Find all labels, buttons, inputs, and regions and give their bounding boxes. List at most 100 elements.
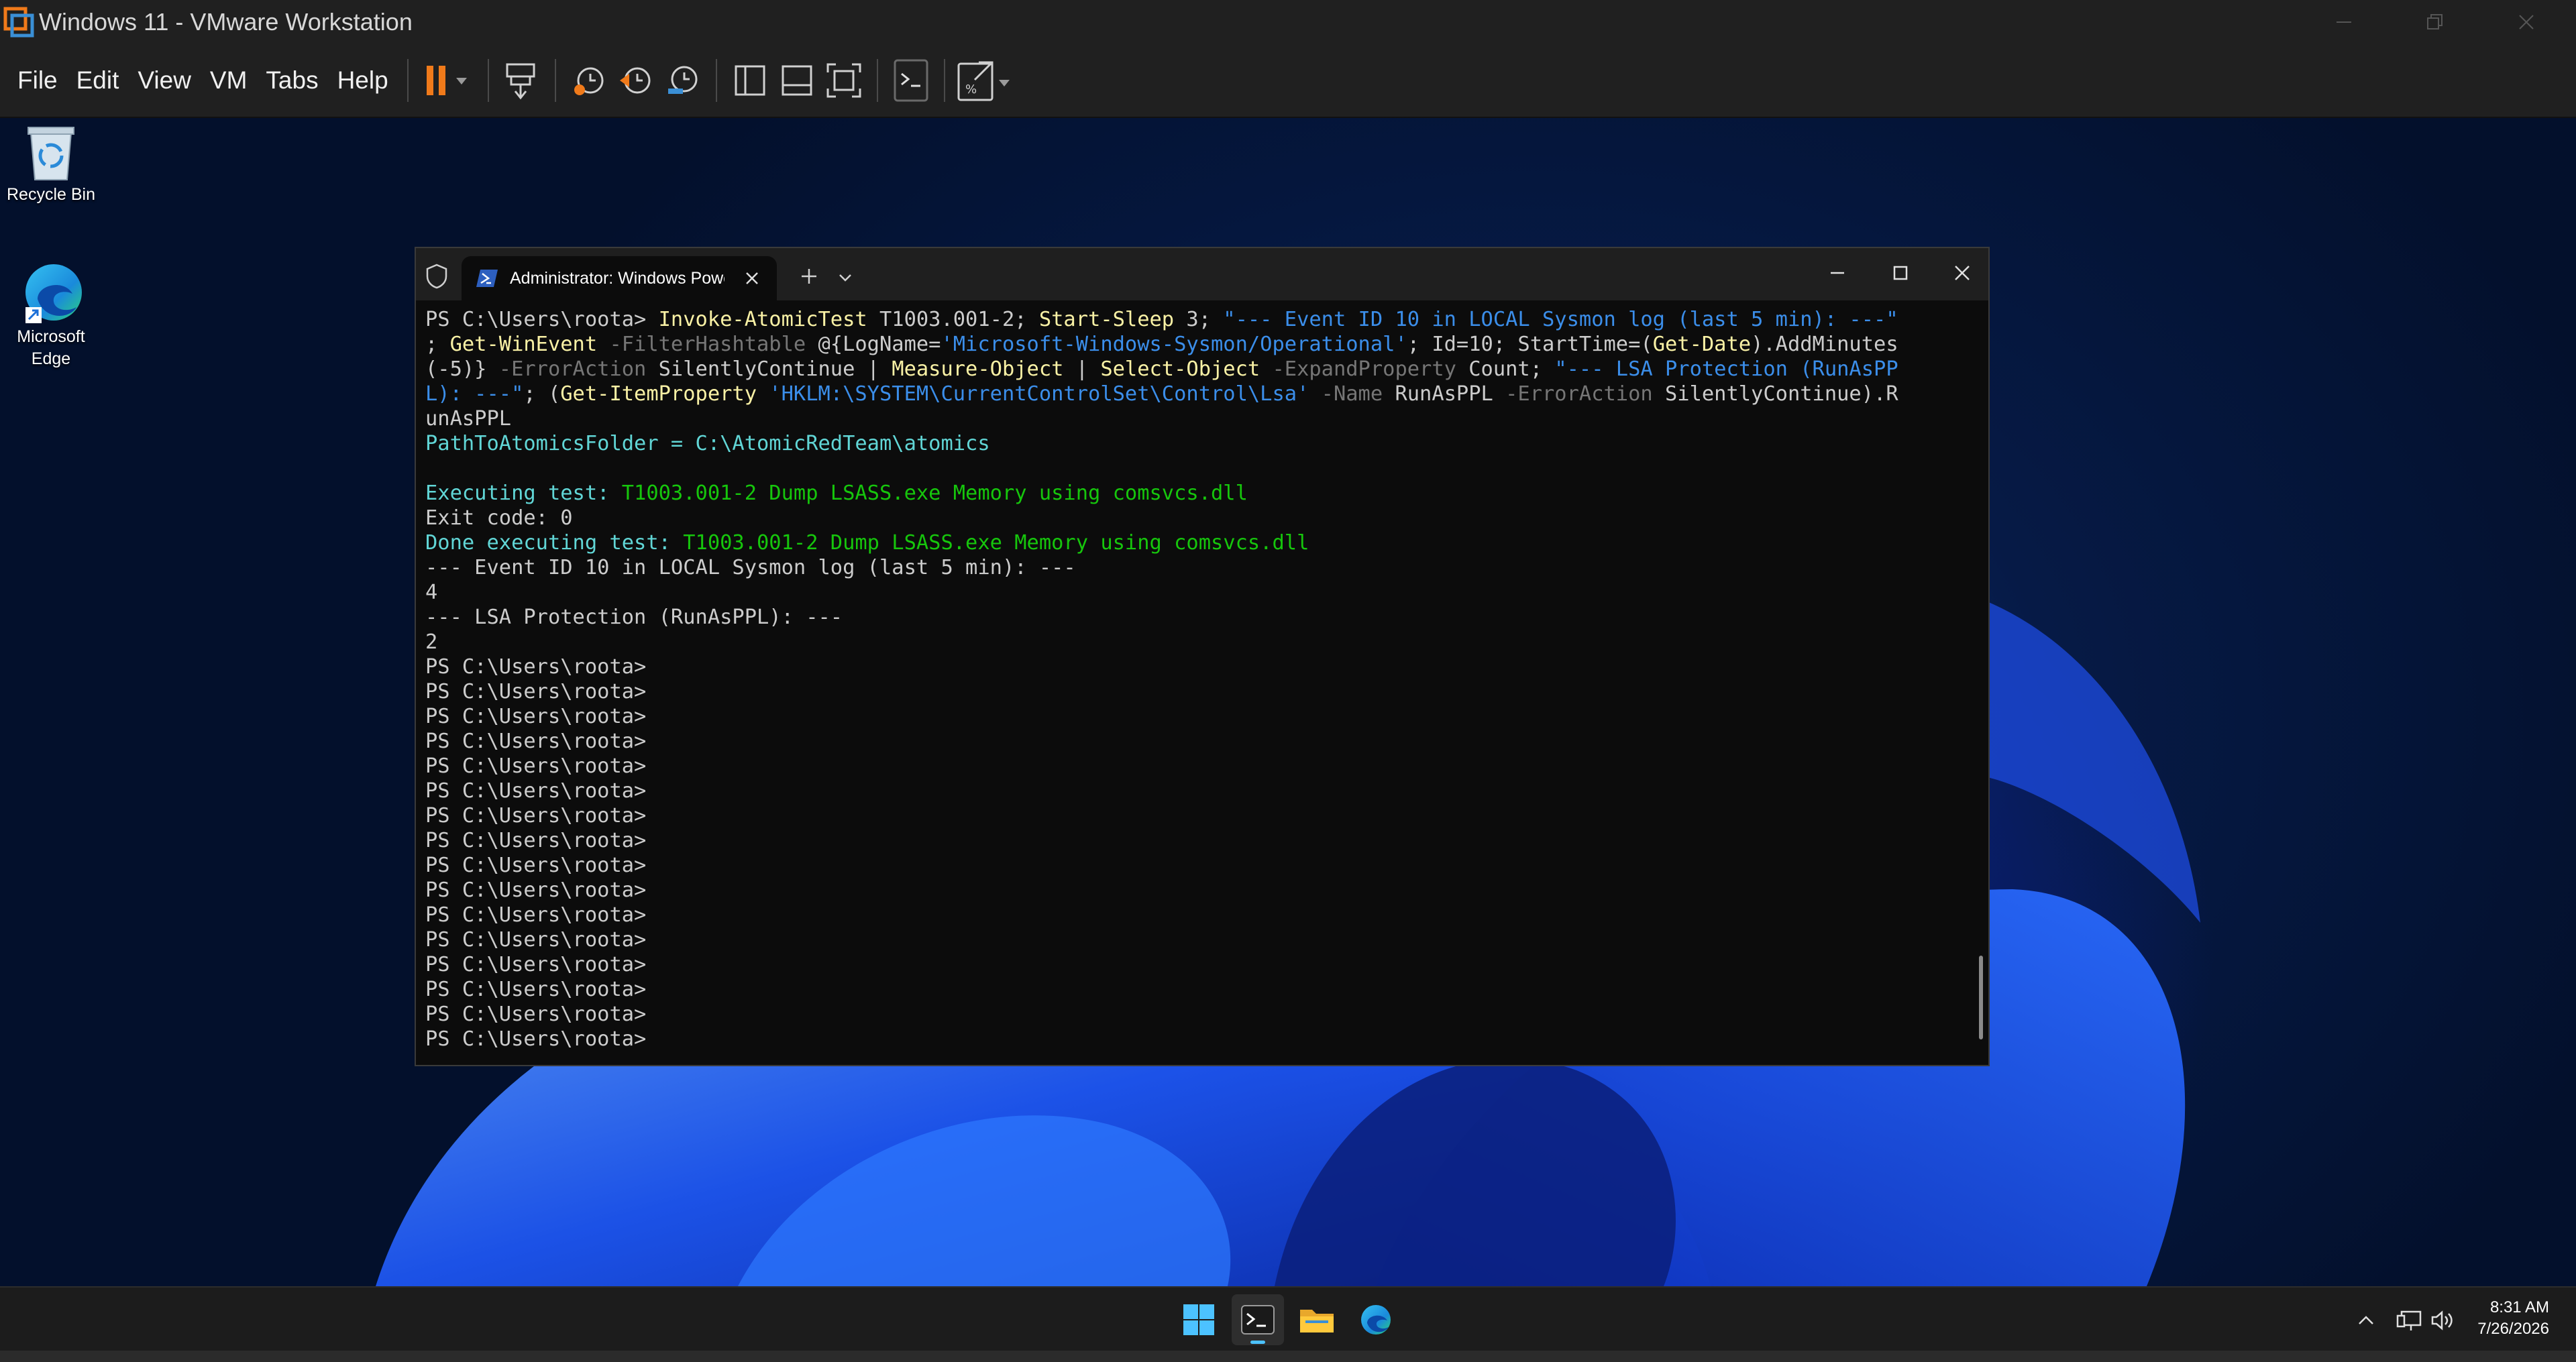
terminal-text-segment: Done executing test: <box>425 531 684 555</box>
terminal-line: PS C:\Users\roota> <box>425 754 1972 779</box>
menu-file[interactable]: File <box>8 66 67 95</box>
terminal-text-segment: PS C:\Users\roota> <box>425 829 647 852</box>
terminal-text-segment: PS C:\Users\roota> <box>425 1003 647 1026</box>
close-button[interactable] <box>2479 0 2573 44</box>
terminal-text-segment: SilentlyContinue).R <box>1652 382 1898 406</box>
taskbar-edge-button[interactable] <box>1350 1294 1402 1345</box>
terminal-text-segment: PS C:\Users\roota> <box>425 779 647 803</box>
taskbar-start-button[interactable] <box>1173 1294 1225 1345</box>
thumbnail-bar-button[interactable] <box>773 54 820 107</box>
terminal-text-segment: 4 <box>425 581 438 604</box>
menu-view[interactable]: View <box>128 66 201 95</box>
terminal-text-segment: -ExpandProperty <box>1260 357 1456 381</box>
desktop-icon-recycle-bin[interactable]: Recycle Bin <box>1 123 101 206</box>
menu-help[interactable]: Help <box>328 66 398 95</box>
terminal-line: L): ---"; (Get-ItemProperty 'HKLM:\SYSTE… <box>425 382 1972 406</box>
console-icon <box>894 59 928 102</box>
system-clock[interactable]: 8:31 AM 7/26/2026 <box>2477 1297 2549 1340</box>
shield-icon <box>426 264 447 289</box>
file-explorer-icon <box>1300 1310 1334 1332</box>
taskbar-terminal-button[interactable] <box>1232 1294 1284 1345</box>
terminal-text-segment: "--- LSA Protection (RunAsPP <box>1554 357 1898 381</box>
terminal-text-segment: PS C:\Users\roota> <box>425 754 647 778</box>
new-tab-icon[interactable] <box>800 267 818 286</box>
terminal-text-segment: -Name <box>1309 382 1383 406</box>
edge-icon <box>1361 1305 1391 1335</box>
terminal-text-segment: (-5)} <box>425 357 499 381</box>
terminal-text-segment: Get-WinEvent <box>449 333 598 356</box>
chevron-down-icon[interactable] <box>837 270 853 286</box>
taskbar-file-explorer-button[interactable] <box>1291 1294 1343 1345</box>
console-view-button[interactable] <box>888 54 934 107</box>
snapshot-button[interactable] <box>566 54 612 107</box>
terminal-text-segment: -FilterHashtable <box>597 333 806 356</box>
close-icon[interactable] <box>1953 264 1971 282</box>
terminal-text-segment: Invoke-AtomicTest <box>658 308 867 331</box>
toolbar-divider <box>407 59 409 102</box>
terminal-text-segment: ; <box>425 333 450 356</box>
stretch-guest-button[interactable]: % <box>955 54 1015 107</box>
desktop-icon-edge[interactable]: Microsoft Edge <box>1 259 101 370</box>
restore-icon <box>2427 14 2443 30</box>
terminal-window[interactable]: Administrator: Windows PowerShell PS C:\ <box>415 247 1990 1066</box>
terminal-line: PS C:\Users\roota> <box>425 655 1972 679</box>
terminal-text-segment: ).AddMinutes <box>1751 333 1898 356</box>
suspend-button[interactable] <box>418 54 478 107</box>
edge-icon <box>25 264 82 323</box>
chevron-up-icon[interactable] <box>2357 1313 2375 1328</box>
terminal-text-segment: @{LogName= <box>806 333 941 356</box>
full-screen-button[interactable] <box>820 54 867 107</box>
terminal-text-segment: Select-Object <box>1100 357 1260 381</box>
terminal-tab[interactable]: Administrator: Windows PowerShell <box>462 256 777 300</box>
show-library-button[interactable] <box>727 54 773 107</box>
menu-vm[interactable]: VM <box>201 66 257 95</box>
terminal-text-segment: ; Id=10; StartTime=( <box>1407 333 1653 356</box>
active-app-indicator <box>1250 1341 1265 1344</box>
close-tab-icon[interactable] <box>745 271 759 286</box>
terminal-text-segment: 'Microsoft-Windows-Sysmon/Operational' <box>941 333 1407 356</box>
snapshot-manager-button[interactable] <box>659 54 706 107</box>
desktop-icon-label: Recycle Bin <box>7 185 95 204</box>
terminal-text-segment: PS C:\Users\roota> <box>425 730 647 753</box>
terminal-text-segment: PS C:\Users\roota> <box>425 1027 647 1051</box>
thumbnail-icon <box>782 65 812 96</box>
toolbar-divider <box>554 59 556 102</box>
menu-edit[interactable]: Edit <box>67 66 129 95</box>
terminal-line: PS C:\Users\roota> <box>425 952 1972 977</box>
terminal-text-segment: Executing test: <box>425 481 622 505</box>
full-screen-icon <box>826 63 861 98</box>
toolbar-divider <box>487 59 489 102</box>
terminal-line: Done executing test: T1003.001-2 Dump LS… <box>425 530 1972 555</box>
network-icon[interactable] <box>2396 1309 2423 1332</box>
terminal-text-segment: 'HKLM:\SYSTEM\CurrentControlSet\Control\… <box>757 382 1309 406</box>
revert-snapshot-icon <box>619 67 651 94</box>
vmware-status-strip <box>0 1351 2576 1362</box>
minimize-button[interactable] <box>2297 0 2391 44</box>
terminal-tab-bar: Administrator: Windows PowerShell <box>416 248 1988 300</box>
terminal-line: PS C:\Users\roota> <box>425 853 1972 878</box>
terminal-text-segment: SilentlyContinue | <box>646 357 892 381</box>
send-ctrl-alt-del-button[interactable] <box>498 54 545 107</box>
menu-tabs[interactable]: Tabs <box>256 66 327 95</box>
minimize-icon[interactable] <box>1829 264 1846 282</box>
restore-button[interactable] <box>2388 0 2482 44</box>
volume-icon[interactable] <box>2430 1309 2457 1332</box>
revert-snapshot-button[interactable] <box>612 54 659 107</box>
terminal-line: PS C:\Users\roota> Invoke-AtomicTest T10… <box>425 307 1972 332</box>
terminal-line: PS C:\Users\roota> <box>425 878 1972 903</box>
vmware-toolbar: File Edit View VM Tabs Help % <box>0 44 2576 118</box>
terminal-line: PS C:\Users\roota> <box>425 729 1972 754</box>
terminal-scrollbar-thumb[interactable] <box>1979 956 1983 1039</box>
taskbar: 8:31 AM 7/26/2026 <box>0 1286 2576 1352</box>
terminal-text-segment: --- LSA Protection (RunAsPPL): --- <box>425 606 843 629</box>
terminal-line: (-5)} -ErrorAction SilentlyContinue | Me… <box>425 357 1972 382</box>
powershell-icon <box>476 270 498 287</box>
terminal-line: unAsPPL <box>425 406 1972 431</box>
terminal-text-segment: unAsPPL <box>425 407 512 431</box>
maximize-icon[interactable] <box>1892 264 1909 282</box>
snapshot-manager-icon <box>667 66 698 94</box>
svg-text:%: % <box>965 82 977 97</box>
terminal-line: PS C:\Users\roota> <box>425 903 1972 927</box>
terminal-output[interactable]: PS C:\Users\roota> Invoke-AtomicTest T10… <box>425 307 1972 1058</box>
minimize-icon <box>2337 21 2351 23</box>
